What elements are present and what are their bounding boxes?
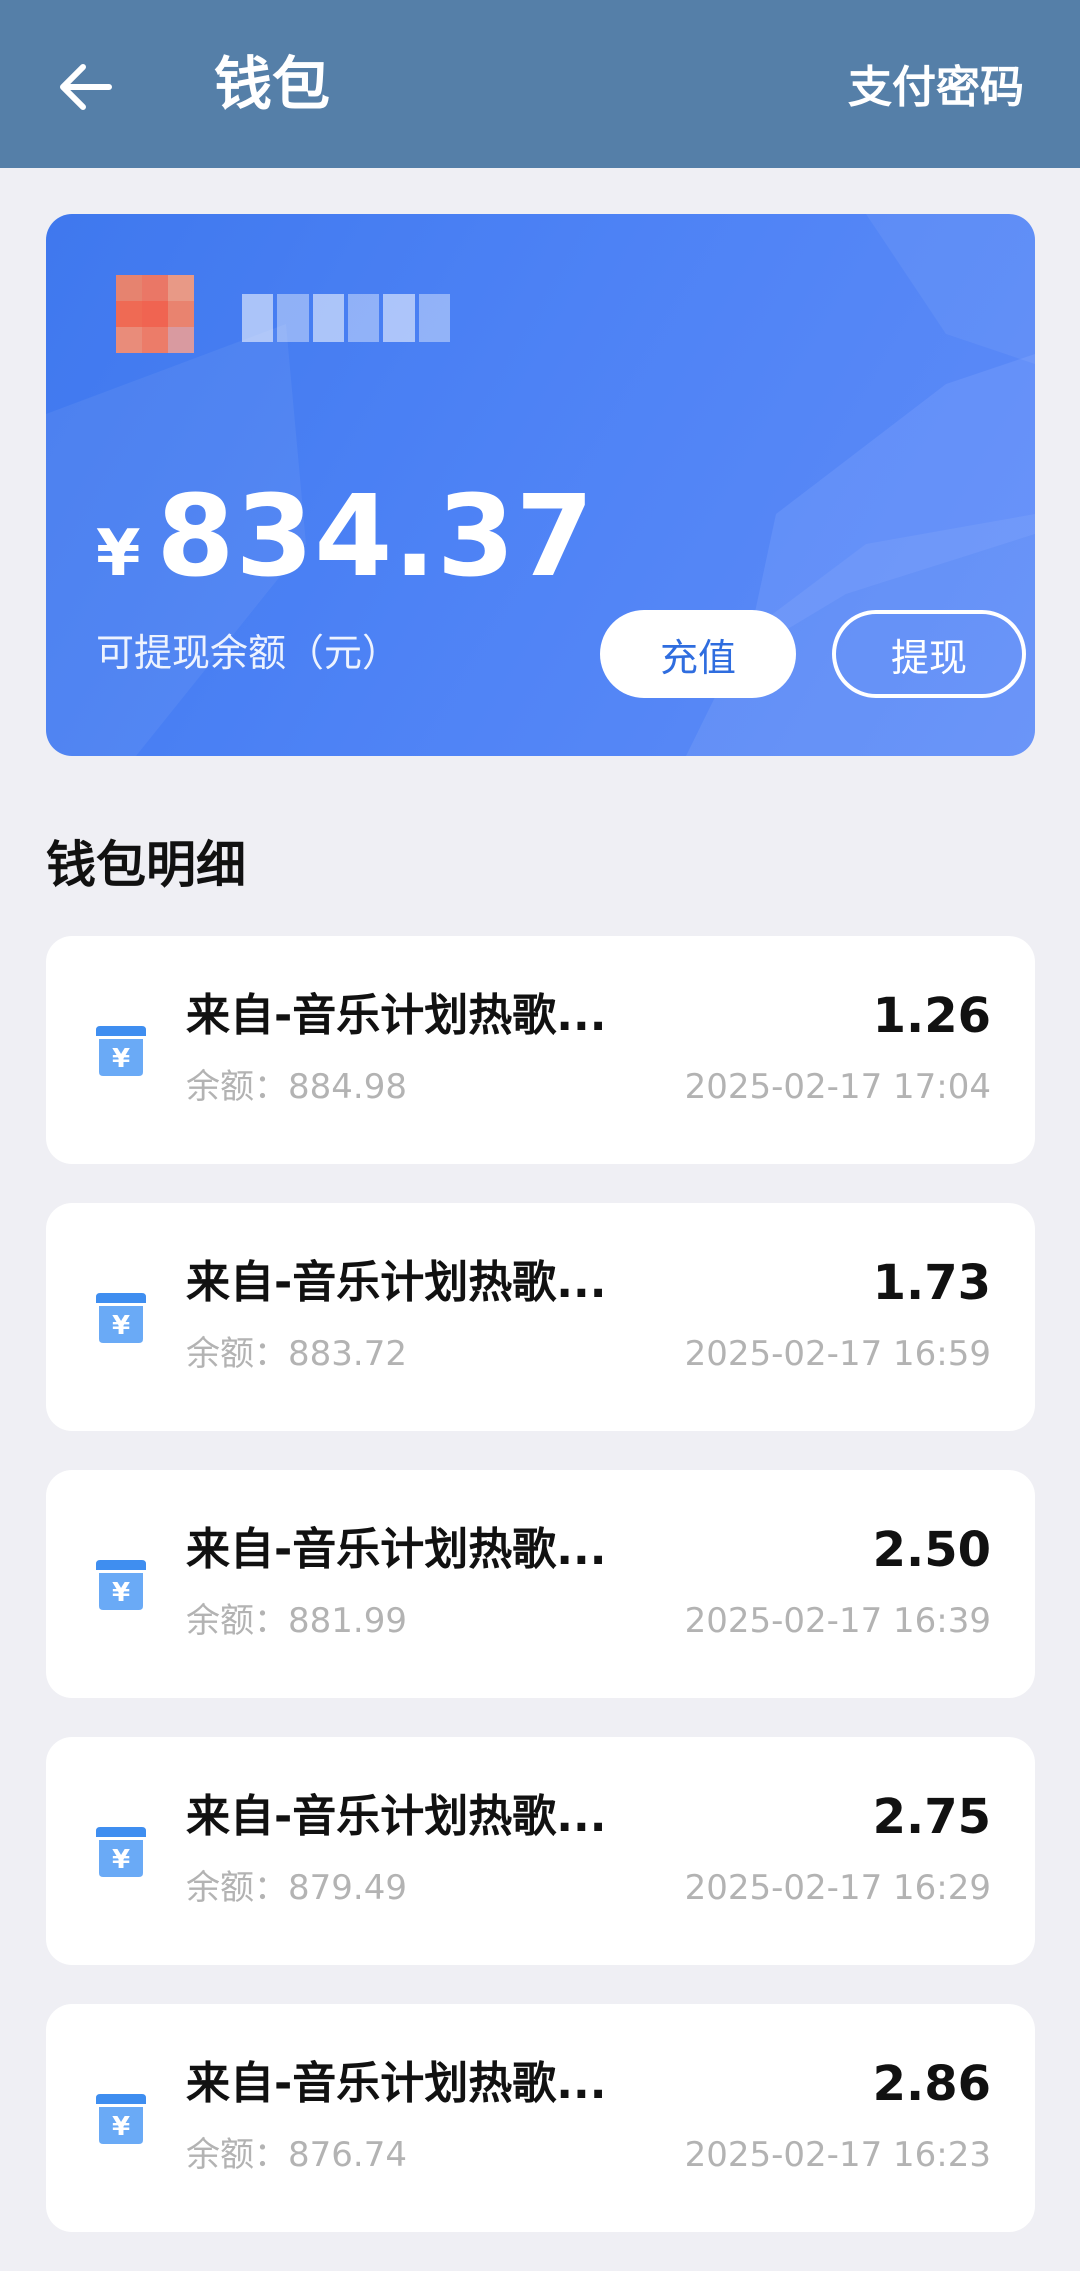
withdraw-button[interactable]: 提现: [832, 610, 1026, 698]
transaction-balance: 余额：883.72: [186, 1334, 407, 1374]
wallet-yuan-icon: ¥: [96, 1026, 146, 1076]
wallet-screen: 钱包 支付密码 ¥ 834.37 可提现余额（元） 充值 提现 钱包明细 ¥ 来…: [0, 0, 1080, 2271]
transaction-balance: 余额：879.49: [186, 1868, 407, 1908]
svg-text:¥: ¥: [112, 1845, 130, 1875]
wallet-yuan-icon: ¥: [96, 1827, 146, 1877]
wallet-yuan-icon: ¥: [96, 1293, 146, 1343]
page-title: 钱包: [214, 50, 331, 118]
transaction-time: 2025-02-17 16:39: [684, 1601, 991, 1641]
wallet-yuan-icon: ¥: [96, 1560, 146, 1610]
svg-text:¥: ¥: [112, 1044, 130, 1074]
currency-symbol: ¥: [96, 517, 141, 591]
balance-amount: 834.37: [156, 472, 595, 602]
svg-text:¥: ¥: [112, 1311, 130, 1341]
transaction-title: 来自-音乐计划热歌...: [186, 2058, 607, 2109]
transaction-time: 2025-02-17 16:23: [684, 2135, 991, 2175]
transaction-balance: 余额：884.98: [186, 1067, 407, 1107]
transaction-item[interactable]: ¥ 来自-音乐计划热歌... 2.50 余额：881.99 2025-02-17…: [46, 1470, 1035, 1698]
transaction-time: 2025-02-17 16:59: [684, 1334, 991, 1374]
transaction-list: ¥ 来自-音乐计划热歌... 1.26 余额：884.98 2025-02-17…: [46, 936, 1035, 2271]
transaction-amount: 1.73: [872, 1255, 991, 1311]
transaction-amount: 2.75: [872, 1789, 991, 1845]
payment-password-button[interactable]: 支付密码: [848, 58, 1024, 118]
transaction-item[interactable]: ¥ 来自-音乐计划热歌... 1.73 余额：883.72 2025-02-17…: [46, 1203, 1035, 1431]
balance-caption: 可提现余额（元）: [96, 631, 401, 675]
recharge-button[interactable]: 充值: [600, 610, 796, 698]
balance-amount-row: ¥ 834.37: [96, 472, 595, 602]
section-title: 钱包明细: [46, 836, 246, 894]
transaction-time: 2025-02-17 16:29: [684, 1868, 991, 1908]
svg-text:¥: ¥: [112, 1578, 130, 1608]
svg-text:¥: ¥: [112, 2112, 130, 2142]
transaction-time: 2025-02-17 17:04: [684, 1067, 991, 1107]
transaction-item[interactable]: ¥ 来自-音乐计划热歌... 2.86 余额：876.74 2025-02-17…: [46, 2004, 1035, 2232]
transaction-amount: 2.50: [872, 1522, 991, 1578]
transaction-title: 来自-音乐计划热歌...: [186, 1791, 607, 1842]
top-app-bar: 钱包 支付密码: [0, 0, 1080, 168]
transaction-title: 来自-音乐计划热歌...: [186, 1524, 607, 1575]
back-button[interactable]: [50, 52, 120, 122]
transaction-balance: 余额：876.74: [186, 2135, 407, 2175]
avatar: [88, 264, 220, 374]
blurred-avatar-icon: [116, 275, 194, 353]
transaction-amount: 2.86: [872, 2056, 991, 2112]
balance-card: ¥ 834.37 可提现余额（元） 充值 提现: [46, 214, 1035, 756]
transaction-item[interactable]: ¥ 来自-音乐计划热歌... 2.75 余额：879.49 2025-02-17…: [46, 1737, 1035, 1965]
transaction-item[interactable]: ¥ 来自-音乐计划热歌... 1.26 余额：884.98 2025-02-17…: [46, 936, 1035, 1164]
transaction-balance: 余额：881.99: [186, 1601, 407, 1641]
transaction-title: 来自-音乐计划热歌...: [186, 1257, 607, 1308]
arrow-left-icon: [60, 64, 112, 110]
wallet-yuan-icon: ¥: [96, 2094, 146, 2144]
blurred-username: [242, 294, 450, 342]
transaction-amount: 1.26: [872, 988, 991, 1044]
transaction-title: 来自-音乐计划热歌...: [186, 990, 607, 1041]
